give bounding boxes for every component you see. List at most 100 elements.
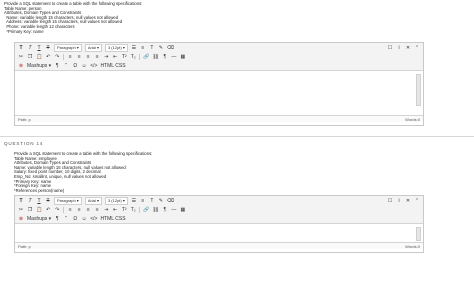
font-select[interactable]: Arial ▾ (84, 43, 102, 52)
separator (139, 206, 141, 213)
strikethrough-icon[interactable]: T (45, 197, 51, 204)
text-color-icon[interactable]: T (149, 44, 155, 51)
highlight-icon[interactable]: ✎ (158, 197, 164, 204)
align-justify-icon[interactable]: ≡ (94, 53, 100, 60)
indent-icon[interactable]: ⇥ (103, 53, 109, 60)
undo-icon[interactable]: ↶ (45, 206, 51, 213)
paste-icon[interactable]: 📋 (36, 206, 42, 213)
italic-icon[interactable]: T (27, 44, 33, 51)
underline-icon[interactable]: T (36, 197, 42, 204)
align-center-icon[interactable]: ≡ (76, 206, 82, 213)
separator (139, 53, 141, 60)
align-right-icon[interactable]: ≡ (85, 53, 91, 60)
emoji-icon[interactable]: ☺ (81, 215, 87, 222)
copy-icon[interactable]: ❐ (27, 206, 33, 213)
collapse-icon[interactable]: ⌃ (414, 44, 420, 51)
info-icon[interactable]: i (396, 197, 402, 204)
html-css-button[interactable]: HTML CSS (100, 62, 125, 69)
omega-icon[interactable]: Ω (72, 215, 78, 222)
link-icon[interactable]: 🔗 (143, 53, 149, 60)
scrollbar[interactable] (416, 74, 421, 106)
question-14-editor: T T T T Paragraph ▾ Arial ▾ 3 (12pt) ▾ ☰… (14, 195, 424, 253)
bold-icon[interactable]: T (18, 44, 24, 51)
horizontal-rule-icon[interactable]: — (171, 206, 177, 213)
numbered-list-icon[interactable]: ≡ (140, 197, 146, 204)
outdent-icon[interactable]: ⇤ (112, 53, 118, 60)
info-icon[interactable]: i (396, 44, 402, 51)
mashups-dropdown[interactable]: Mashups ▾ (27, 62, 51, 69)
code-icon[interactable]: </> (90, 215, 97, 222)
indent-icon[interactable]: ⇥ (103, 206, 109, 213)
paragraph-select[interactable]: Paragraph ▾ (54, 196, 82, 205)
text-color-icon[interactable]: T (149, 197, 155, 204)
align-right-icon[interactable]: ≡ (85, 206, 91, 213)
spellcheck-icon[interactable]: ☐ (387, 197, 393, 204)
size-select[interactable]: 3 (12pt) ▾ (104, 196, 128, 205)
mashups-icon[interactable]: ⊗ (18, 215, 24, 222)
horizontal-rule-icon[interactable]: — (171, 53, 177, 60)
superscript-icon[interactable]: T² (121, 206, 127, 213)
mashups-icon[interactable]: ⊗ (18, 62, 24, 69)
subscript-icon[interactable]: T₂ (130, 206, 136, 213)
link-icon[interactable]: 🔗 (143, 206, 149, 213)
question-divider (0, 136, 474, 137)
outdent-icon[interactable]: ⇤ (112, 206, 118, 213)
prompt-line: *Primary Key: name (4, 28, 44, 34)
highlight-icon[interactable]: ✎ (158, 44, 164, 51)
fullscreen-icon[interactable]: ✕ (405, 197, 411, 204)
separator (63, 206, 65, 213)
redo-icon[interactable]: ↷ (54, 206, 60, 213)
question-13: Provide a SQL statement to create a tabl… (4, 1, 416, 34)
mashups-dropdown[interactable]: Mashups ▾ (27, 215, 51, 222)
spellcheck-icon[interactable]: ☐ (387, 44, 393, 51)
word-count: Words:0 (405, 243, 420, 249)
redo-icon[interactable]: ↷ (54, 53, 60, 60)
code-icon[interactable]: </> (90, 62, 97, 69)
emoji-icon[interactable]: ☺ (81, 62, 87, 69)
clear-format-icon[interactable]: ⌫ (167, 44, 174, 51)
size-select[interactable]: 3 (12pt) ▾ (104, 43, 128, 52)
align-left-icon[interactable]: ≡ (67, 53, 73, 60)
underline-icon[interactable]: T (36, 44, 42, 51)
question-14-text-area[interactable] (15, 224, 423, 242)
unlink-icon[interactable]: ⛓ (152, 53, 158, 60)
quote-icon[interactable]: “ (63, 215, 69, 222)
numbered-list-icon[interactable]: ≡ (140, 44, 146, 51)
table-icon[interactable]: ▦ (180, 206, 186, 213)
html-css-button[interactable]: HTML CSS (100, 215, 125, 222)
align-left-icon[interactable]: ≡ (67, 206, 73, 213)
paragraph-mark-icon[interactable]: ¶ (162, 53, 168, 60)
cut-icon[interactable]: ✂ (18, 53, 24, 60)
question-14-header: QUESTION 14 (4, 141, 44, 146)
unlink-icon[interactable]: ⛓ (152, 206, 158, 213)
superscript-icon[interactable]: T² (121, 53, 127, 60)
copy-icon[interactable]: ❐ (27, 53, 33, 60)
toolbar-row-3: ⊗ Mashups ▾ ¶ “ Ω ☺ </> HTML CSS (15, 61, 423, 70)
toolbar-row-1: T T T T Paragraph ▾ Arial ▾ 3 (12pt) ▾ ☰… (15, 43, 423, 52)
paragraph-mark-icon[interactable]: ¶ (162, 206, 168, 213)
table-icon[interactable]: ▦ (180, 53, 186, 60)
align-justify-icon[interactable]: ≡ (94, 206, 100, 213)
bold-icon[interactable]: T (18, 197, 24, 204)
bullet-list-icon[interactable]: ☰ (131, 44, 137, 51)
clear-format-icon[interactable]: ⌫ (167, 197, 174, 204)
omega-icon[interactable]: Ω (72, 62, 78, 69)
italic-icon[interactable]: T (27, 197, 33, 204)
cut-icon[interactable]: ✂ (18, 206, 24, 213)
align-center-icon[interactable]: ≡ (76, 53, 82, 60)
bullet-list-icon[interactable]: ☰ (131, 197, 137, 204)
undo-icon[interactable]: ↶ (45, 53, 51, 60)
subscript-icon[interactable]: T₂ (130, 53, 136, 60)
strikethrough-icon[interactable]: T (45, 44, 51, 51)
quote-icon[interactable]: “ (63, 62, 69, 69)
paragraph-icon[interactable]: ¶ (54, 215, 60, 222)
toolbar-row-2: ✂ ❐ 📋 ↶ ↷ ≡ ≡ ≡ ≡ ⇥ ⇤ T² T₂ 🔗 ⛓ ¶ — ▦ (15, 52, 423, 61)
question-13-text-area[interactable] (15, 71, 423, 115)
collapse-icon[interactable]: ⌃ (414, 197, 420, 204)
scrollbar[interactable] (416, 227, 421, 241)
font-select[interactable]: Arial ▾ (84, 196, 102, 205)
paste-icon[interactable]: 📋 (36, 53, 42, 60)
fullscreen-icon[interactable]: ✕ (405, 44, 411, 51)
paragraph-icon[interactable]: ¶ (54, 62, 60, 69)
paragraph-select[interactable]: Paragraph ▾ (54, 43, 82, 52)
